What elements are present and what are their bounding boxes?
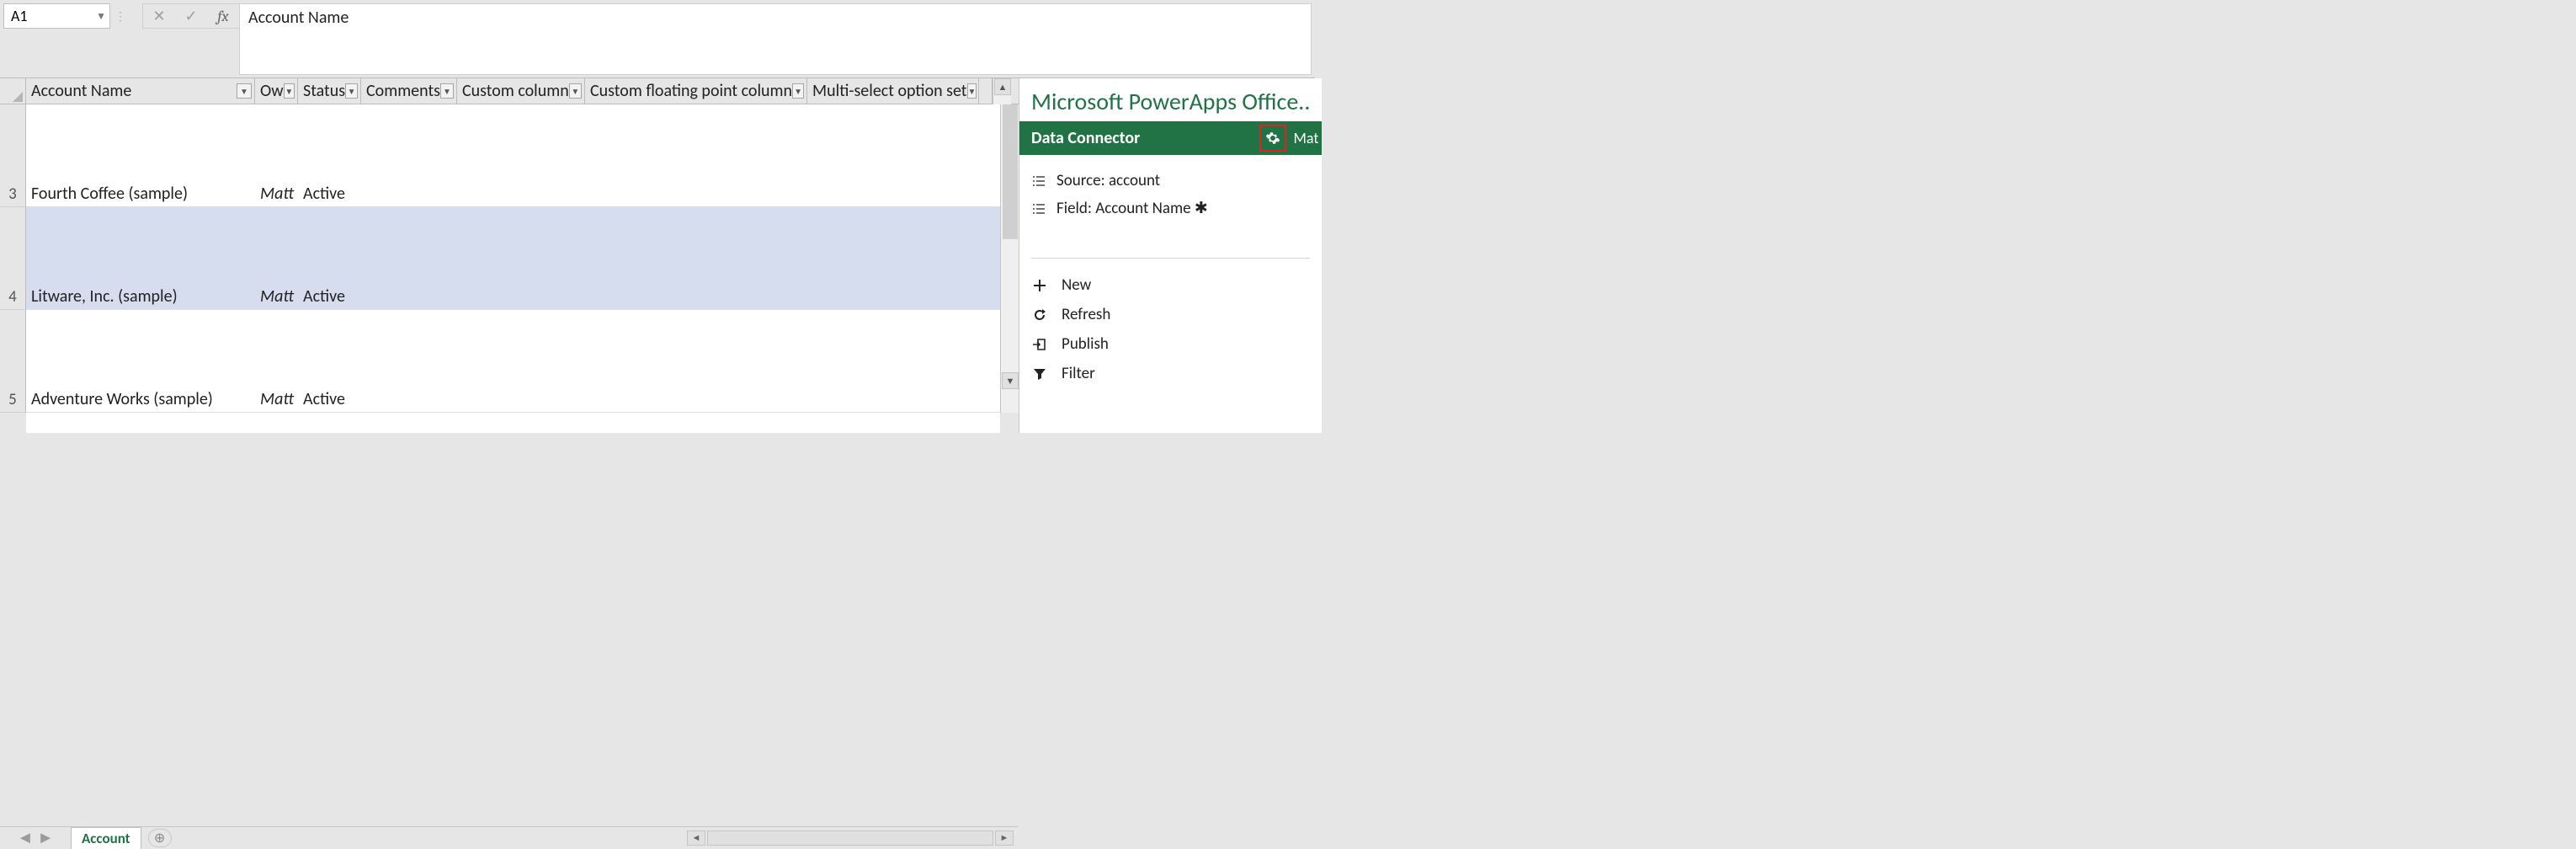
row-headers: 3 4 5 xyxy=(0,104,26,433)
table-row[interactable]: Fourth Coffee (sample) Matt P Active xyxy=(26,104,1000,207)
col-header-account-name[interactable]: Account Name ▼ xyxy=(26,78,255,104)
scrollbar-thumb[interactable] xyxy=(1003,104,1018,239)
row-header[interactable]: 4 xyxy=(0,207,26,310)
cell-custom[interactable] xyxy=(457,409,585,412)
action-filter[interactable]: Filter xyxy=(1031,359,1310,388)
action-publish[interactable]: Publish xyxy=(1031,329,1310,359)
list-icon xyxy=(1031,175,1046,187)
addin-pane: Microsoft PowerApps Office.. Data Connec… xyxy=(1019,78,1322,433)
list-icon xyxy=(1031,203,1046,215)
cell-comments[interactable] xyxy=(361,307,457,309)
action-refresh[interactable]: Refresh xyxy=(1031,300,1310,329)
cell-multi[interactable] xyxy=(807,409,979,412)
scroll-right-icon[interactable]: ► xyxy=(995,830,1014,846)
plus-icon xyxy=(1031,279,1048,292)
pane-title: Microsoft PowerApps Office.. xyxy=(1019,78,1322,121)
cell-float[interactable] xyxy=(585,204,807,206)
table-row[interactable]: Litware, Inc. (sample) Matt P Active xyxy=(26,207,1000,310)
row-header[interactable]: 3 xyxy=(0,104,26,207)
cancel-icon[interactable]: ✕ xyxy=(143,4,175,28)
col-header-floating-point[interactable]: Custom floating point column ▼ xyxy=(585,78,807,104)
cell-comments[interactable] xyxy=(361,409,457,412)
sheet-nav[interactable]: ◄ ► xyxy=(0,828,71,848)
cell-account-name[interactable]: Adventure Works (sample) xyxy=(26,389,255,412)
table-row[interactable]: Adventure Works (sample) Matt P Active xyxy=(26,310,1000,413)
name-box[interactable]: A1 ▼ xyxy=(3,3,110,29)
cells-area[interactable]: Fourth Coffee (sample) Matt P Active Lit… xyxy=(26,104,1000,433)
cell-account-name[interactable]: Fourth Coffee (sample) xyxy=(26,184,255,206)
col-header-custom-column[interactable]: Custom column ▼ xyxy=(457,78,585,104)
cell-reference: A1 xyxy=(11,7,28,25)
add-sheet-button[interactable]: ⊕ xyxy=(148,829,172,847)
horizontal-scrollbar[interactable]: ◄ ► xyxy=(687,830,1019,846)
pane-header-bar: Data Connector Mat xyxy=(1019,121,1322,155)
cell-float[interactable] xyxy=(585,307,807,309)
gear-icon xyxy=(1265,131,1280,146)
filter-dropdown-icon[interactable]: ▼ xyxy=(345,83,358,99)
cell-custom[interactable] xyxy=(457,204,585,206)
column-header-row: Account Name ▼ Ow ▼ Status ▼ Comments ▼ … xyxy=(0,78,1019,104)
cell-multi[interactable] xyxy=(807,307,979,309)
cell-float[interactable] xyxy=(585,409,807,412)
filter-dropdown-icon[interactable]: ▼ xyxy=(792,83,804,99)
chevron-down-icon[interactable]: ▼ xyxy=(96,10,106,23)
filter-dropdown-icon[interactable]: ▼ xyxy=(569,83,582,99)
filter-dropdown-icon[interactable]: ▼ xyxy=(237,83,252,99)
scrollbar-thumb[interactable] xyxy=(707,830,993,846)
col-header-owner[interactable]: Ow ▼ xyxy=(255,78,298,104)
filter-dropdown-icon[interactable]: ▼ xyxy=(967,83,977,99)
formula-text: Account Name xyxy=(248,8,349,28)
col-header-status[interactable]: Status ▼ xyxy=(298,78,361,104)
cell-owner[interactable]: Matt P xyxy=(255,184,298,206)
info-source: Source: account xyxy=(1031,167,1310,195)
scroll-up-icon[interactable]: ▲ xyxy=(994,78,1011,95)
cell-owner[interactable]: Matt P xyxy=(255,286,298,309)
pane-actions: New Refresh Publish Filter xyxy=(1019,265,1322,393)
cell-account-name[interactable]: Litware, Inc. (sample) xyxy=(26,286,255,309)
cell-comments[interactable] xyxy=(361,204,457,206)
action-new[interactable]: New xyxy=(1031,270,1310,300)
filter-dropdown-icon[interactable]: ▼ xyxy=(440,83,454,99)
vertical-scrollbar[interactable]: ▼ xyxy=(1000,104,1019,413)
col-header-comments[interactable]: Comments ▼ xyxy=(361,78,457,104)
cell-custom[interactable] xyxy=(457,307,585,309)
select-all-triangle[interactable] xyxy=(0,78,26,104)
publish-icon xyxy=(1031,338,1048,351)
filter-icon xyxy=(1031,367,1048,381)
row-header[interactable]: 5 xyxy=(0,310,26,413)
cell-multi[interactable] xyxy=(807,204,979,206)
col-header-spare xyxy=(979,78,993,104)
spreadsheet-grid: Account Name ▼ Ow ▼ Status ▼ Comments ▼ … xyxy=(0,78,1019,433)
scroll-left-icon[interactable]: ◄ xyxy=(687,830,705,846)
fx-icon[interactable]: fx xyxy=(207,4,239,28)
sheet-tab-bar: ◄ ► Account ⊕ ◄ ► xyxy=(0,826,1019,848)
pane-header-label: Data Connector xyxy=(1031,128,1140,148)
accept-icon[interactable]: ✓ xyxy=(175,4,207,28)
cell-owner[interactable]: Matt P xyxy=(255,389,298,412)
refresh-icon xyxy=(1031,308,1048,322)
sheet-tab-active[interactable]: Account xyxy=(71,827,141,849)
settings-button-highlight[interactable] xyxy=(1259,125,1286,152)
pane-user-label: Mat xyxy=(1294,129,1319,147)
cell-status[interactable]: Active xyxy=(298,389,361,412)
filter-dropdown-icon[interactable]: ▼ xyxy=(284,83,295,99)
scroll-down-icon[interactable]: ▼ xyxy=(1002,372,1019,389)
pane-info-list: Source: account Field: Account Name ✱ xyxy=(1019,155,1322,229)
divider xyxy=(1031,258,1310,259)
formula-input[interactable]: Account Name xyxy=(239,3,1312,75)
drag-handle-icon[interactable]: ⋮ xyxy=(110,3,130,29)
col-header-multi-select[interactable]: Multi-select option set ▼ xyxy=(807,78,979,104)
cell-status[interactable]: Active xyxy=(298,286,361,309)
cell-status[interactable]: Active xyxy=(298,184,361,206)
info-field: Field: Account Name ✱ xyxy=(1031,195,1310,222)
formula-bar: A1 ▼ ⋮ ✕ ✓ fx Account Name xyxy=(0,0,1315,78)
formula-buttons: ✕ ✓ fx xyxy=(142,3,239,29)
